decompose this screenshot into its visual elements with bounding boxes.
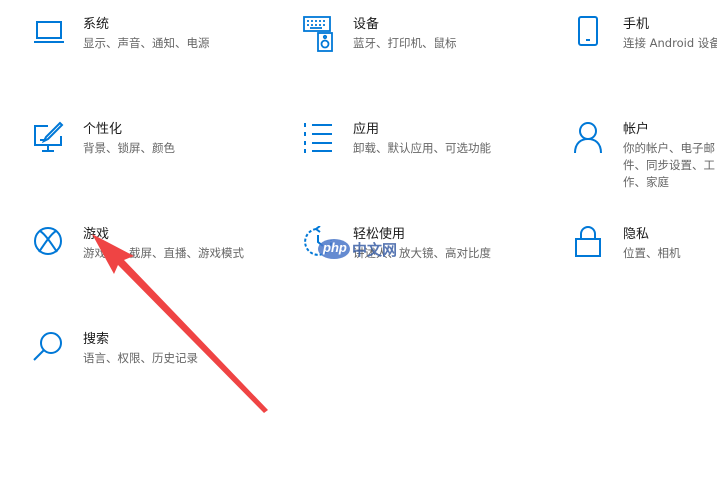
settings-tile-accounts[interactable]: 帐户 你的帐户、电子邮件、同步设置、工作、家庭 [573,121,717,189]
tile-title: 设备 [353,17,380,32]
tile-title: 个性化 [83,122,123,137]
settings-tile-system[interactable]: 系统 显示、声音、通知、电源 [33,16,283,76]
tile-description: 卸载、默认应用、可选功能 [353,141,491,155]
lock-icon [573,226,607,262]
tile-description: 背景、锁屏、颜色 [83,141,175,155]
search-icon [33,331,67,367]
php-watermark: php 中文网 [318,236,404,264]
tile-description: 游戏栏、截屏、直播、游戏模式 [83,246,244,260]
tile-title: 帐户 [623,122,650,137]
settings-tile-personalization[interactable]: 个性化 背景、锁屏、颜色 [33,121,283,181]
tile-description: 语言、权限、历史记录 [83,351,198,365]
settings-page: 系统 显示、声音、通知、电源 设备 蓝牙、打印机、鼠标 手机 连接 Androi… [0,0,717,501]
tile-description: 蓝牙、打印机、鼠标 [353,36,457,50]
tile-title: 系统 [83,17,110,32]
keyboard-speaker-icon [303,16,337,52]
tile-title: 应用 [353,122,380,137]
laptop-icon [33,16,67,52]
person-icon [573,121,607,157]
settings-tile-privacy[interactable]: 隐私 位置、相机 [573,226,717,286]
paint-monitor-icon [33,121,67,157]
tile-description: 位置、相机 [623,246,681,260]
tile-description: 连接 Android 设备 [623,36,717,50]
settings-tile-search[interactable]: 搜索 语言、权限、历史记录 [33,331,283,391]
list-icon [303,121,337,157]
settings-tile-phone[interactable]: 手机 连接 Android 设备 [573,16,717,76]
tile-title: 游戏 [83,227,110,242]
settings-tile-apps[interactable]: 应用 卸载、默认应用、可选功能 [303,121,553,181]
tile-description: 你的帐户、电子邮件、同步设置、工作、家庭 [623,141,715,189]
tile-description: 显示、声音、通知、电源 [83,36,210,50]
watermark-logo-text: php [323,240,347,255]
phone-icon [573,16,607,52]
tile-title: 搜索 [83,332,110,347]
tile-title: 隐私 [623,227,650,242]
watermark-text: 中文网 [352,241,398,259]
settings-tile-gaming[interactable]: 游戏 游戏栏、截屏、直播、游戏模式 [33,226,283,286]
tile-title: 手机 [623,17,650,32]
settings-tile-devices[interactable]: 设备 蓝牙、打印机、鼠标 [303,16,553,76]
xbox-icon [33,226,67,262]
